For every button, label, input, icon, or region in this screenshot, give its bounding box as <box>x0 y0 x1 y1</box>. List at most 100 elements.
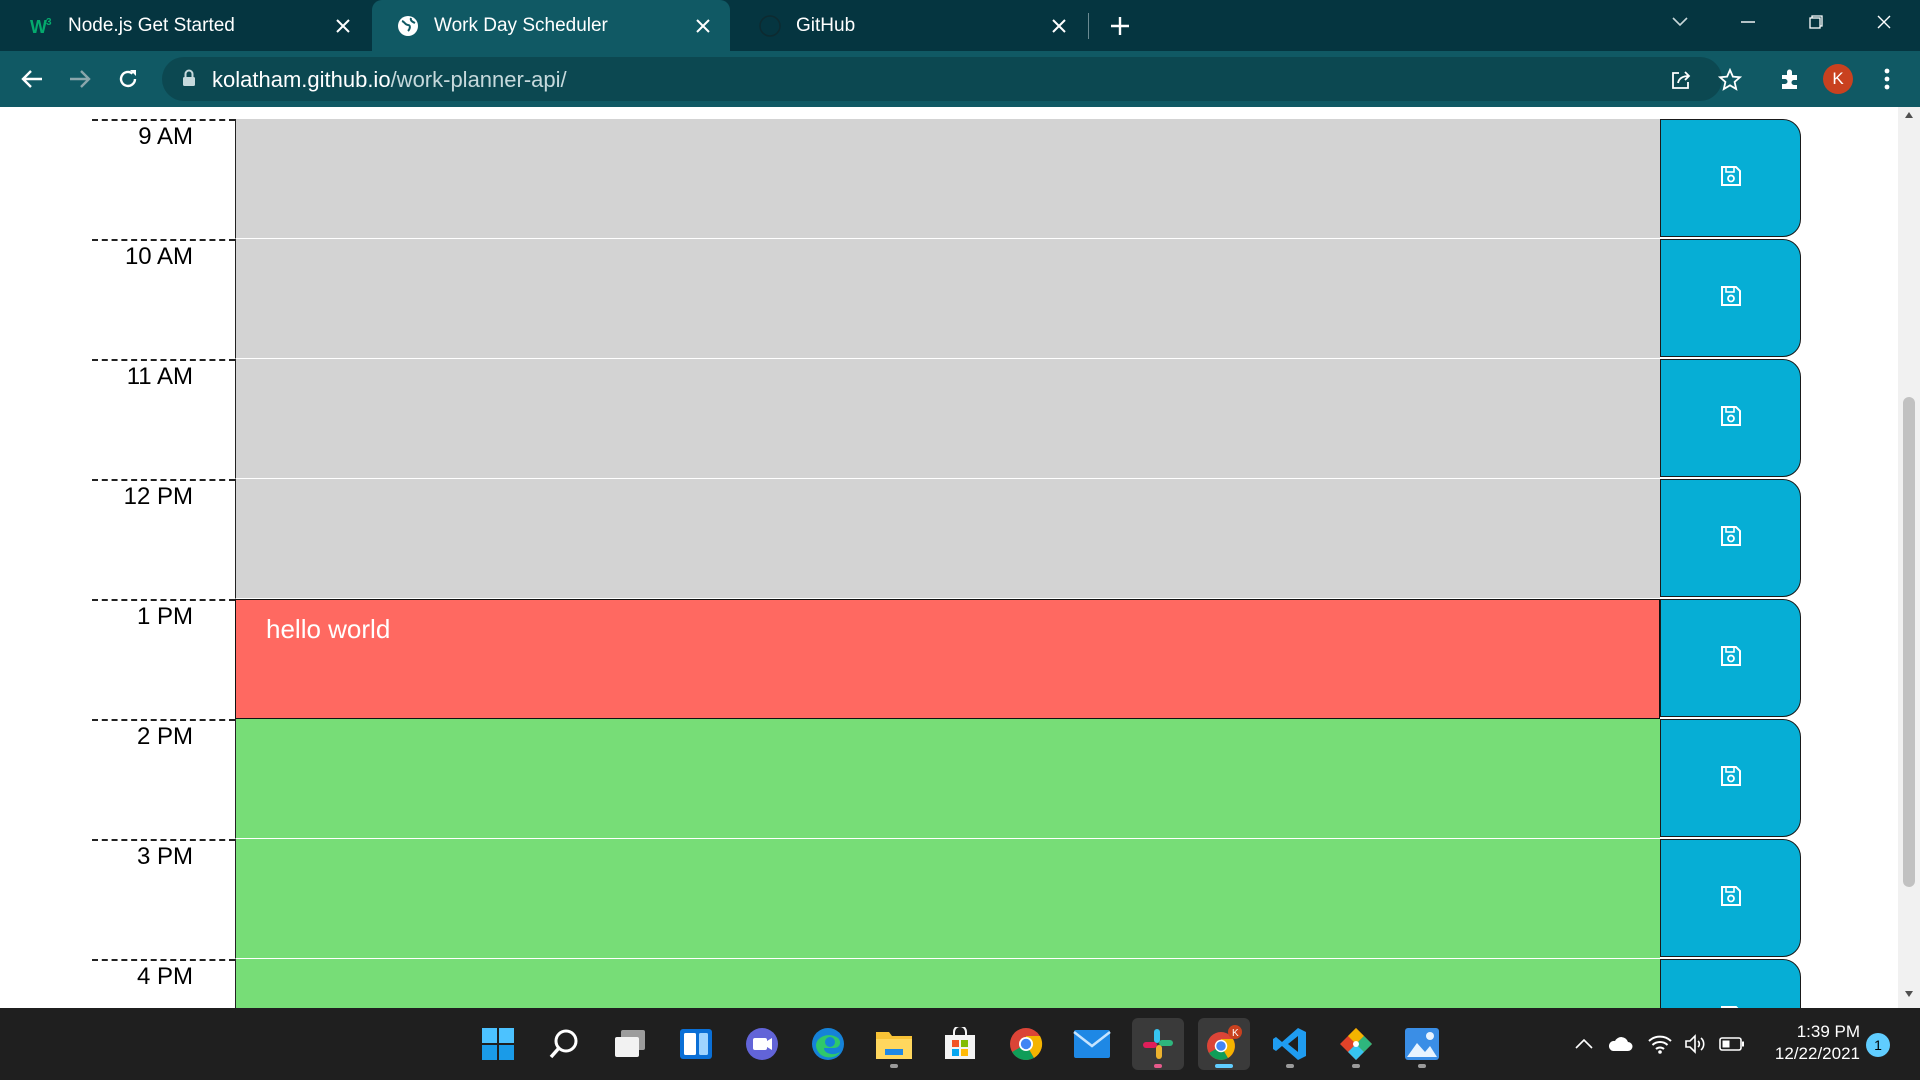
close-tab-icon[interactable] <box>690 13 716 39</box>
save-button[interactable] <box>1660 599 1801 717</box>
event-description-textarea[interactable] <box>235 359 1660 479</box>
bookmark-star-icon[interactable] <box>1717 67 1743 93</box>
time-block-row: 11 AM <box>0 345 1898 479</box>
scroll-down-arrow-icon[interactable] <box>1898 990 1920 1004</box>
page-content: 9 AM 10 AM 11 AM 12 PM 1 PM hello world … <box>0 107 1898 1008</box>
floppy-disk-icon <box>1720 525 1742 552</box>
taskbar-clock[interactable]: 1:39 PM 12/22/2021 <box>1760 1021 1860 1065</box>
chrome-icon[interactable] <box>1000 1018 1052 1070</box>
task-view-icon[interactable] <box>604 1018 656 1070</box>
notification-count-badge[interactable]: 1 <box>1866 1033 1890 1057</box>
tab-title: Node.js Get Started <box>68 14 235 36</box>
file-explorer-icon[interactable] <box>868 1018 920 1070</box>
tab-title: GitHub <box>796 14 856 36</box>
profile-avatar[interactable]: K <box>1823 64 1853 94</box>
tab-github[interactable]: GitHub <box>734 0 1086 51</box>
event-description-textarea[interactable]: hello world <box>235 599 1660 719</box>
running-indicator <box>890 1064 898 1068</box>
running-indicator <box>1154 1064 1162 1068</box>
active-window-indicator <box>1215 1064 1233 1068</box>
running-indicator <box>1286 1064 1294 1068</box>
running-indicator <box>1352 1064 1360 1068</box>
hour-label: 10 AM <box>92 239 235 345</box>
w3schools-icon: W3 <box>30 14 54 38</box>
save-button[interactable] <box>1660 839 1801 957</box>
search-icon[interactable] <box>538 1018 590 1070</box>
floppy-disk-icon <box>1720 405 1742 432</box>
chevron-up-icon[interactable] <box>1570 1030 1598 1058</box>
scrollbar-thumb[interactable] <box>1903 397 1915 887</box>
store-icon[interactable] <box>934 1018 986 1070</box>
reload-icon[interactable] <box>108 59 148 99</box>
mail-icon[interactable] <box>1066 1018 1118 1070</box>
github-icon <box>758 14 782 38</box>
save-button[interactable] <box>1660 479 1801 597</box>
save-button[interactable] <box>1660 359 1801 477</box>
event-description-textarea[interactable] <box>235 959 1660 1008</box>
save-button[interactable] <box>1660 119 1801 237</box>
browser-tab-strip: W3 Node.js Get Started Work Day Schedule… <box>0 0 1920 51</box>
url-text: kolatham.github.io/work-planner-api/ <box>212 67 567 93</box>
teams-chat-icon[interactable] <box>736 1018 788 1070</box>
new-tab-icon[interactable] <box>1104 10 1136 42</box>
time-block-row: 12 PM <box>0 465 1898 599</box>
svg-text:W: W <box>30 17 47 36</box>
hour-label: 1 PM <box>92 599 235 705</box>
chrome-profile-icon[interactable]: K <box>1198 1018 1250 1070</box>
hour-label: 3 PM <box>92 839 235 945</box>
extensions-puzzle-icon[interactable] <box>1770 59 1810 99</box>
battery-icon[interactable] <box>1718 1030 1746 1058</box>
save-button[interactable] <box>1660 239 1801 357</box>
close-tab-icon[interactable] <box>1046 13 1072 39</box>
share-icon[interactable] <box>1668 67 1694 93</box>
vscode-icon[interactable] <box>1264 1018 1316 1070</box>
save-button[interactable] <box>1660 719 1801 837</box>
hour-label: 9 AM <box>92 119 235 225</box>
tab-work-day-scheduler[interactable]: Work Day Scheduler <box>372 0 730 51</box>
floppy-disk-icon <box>1720 885 1742 912</box>
time-block-row: 1 PM hello world <box>0 585 1898 719</box>
close-tab-icon[interactable] <box>330 13 356 39</box>
svg-text:3: 3 <box>46 17 52 28</box>
event-description-textarea[interactable] <box>235 119 1660 239</box>
floppy-disk-icon <box>1720 645 1742 672</box>
globe-icon <box>396 14 420 38</box>
running-indicator <box>1418 1064 1426 1068</box>
event-description-textarea[interactable] <box>235 239 1660 359</box>
address-bar[interactable]: kolatham.github.io/work-planner-api/ <box>162 57 1742 101</box>
git-icon[interactable] <box>1330 1018 1382 1070</box>
forward-arrow-icon[interactable] <box>60 59 100 99</box>
svg-text:K: K <box>1232 1028 1239 1039</box>
onedrive-cloud-icon[interactable] <box>1606 1030 1634 1058</box>
tab-nodejs-get-started[interactable]: W3 Node.js Get Started <box>6 0 370 51</box>
event-description-textarea[interactable] <box>235 479 1660 599</box>
kebab-menu-icon[interactable] <box>1872 63 1902 95</box>
event-description-textarea[interactable] <box>235 839 1660 959</box>
hour-label: 11 AM <box>92 359 235 465</box>
floppy-disk-icon <box>1720 765 1742 792</box>
windows-taskbar: K 1:39 PM 12/22/2021 1 <box>0 1008 1920 1080</box>
time-block-row: 10 AM <box>0 225 1898 359</box>
hour-label: 2 PM <box>92 719 235 825</box>
back-arrow-icon[interactable] <box>12 59 52 99</box>
wifi-icon[interactable] <box>1646 1030 1674 1058</box>
volume-icon[interactable] <box>1682 1030 1710 1058</box>
widgets-icon[interactable] <box>670 1018 722 1070</box>
photos-icon[interactable] <box>1396 1018 1448 1070</box>
lock-icon[interactable] <box>182 69 196 92</box>
hour-label: 4 PM <box>92 959 235 1008</box>
slack-icon[interactable] <box>1132 1018 1184 1070</box>
tab-search-chevron-icon[interactable] <box>1646 0 1714 44</box>
time-block-row: 9 AM <box>0 107 1898 239</box>
time-block-row: 3 PM <box>0 825 1898 959</box>
minimize-icon[interactable] <box>1714 0 1782 44</box>
clock-date: 12/22/2021 <box>1774 1044 1860 1063</box>
edge-icon[interactable] <box>802 1018 854 1070</box>
save-button[interactable] <box>1660 959 1801 1008</box>
event-description-textarea[interactable] <box>235 719 1660 839</box>
close-window-icon[interactable] <box>1850 0 1918 44</box>
scroll-up-arrow-icon[interactable] <box>1898 111 1920 125</box>
restore-icon[interactable] <box>1782 0 1850 44</box>
vertical-scrollbar[interactable] <box>1898 107 1920 1008</box>
windows-start-icon[interactable] <box>472 1018 524 1070</box>
